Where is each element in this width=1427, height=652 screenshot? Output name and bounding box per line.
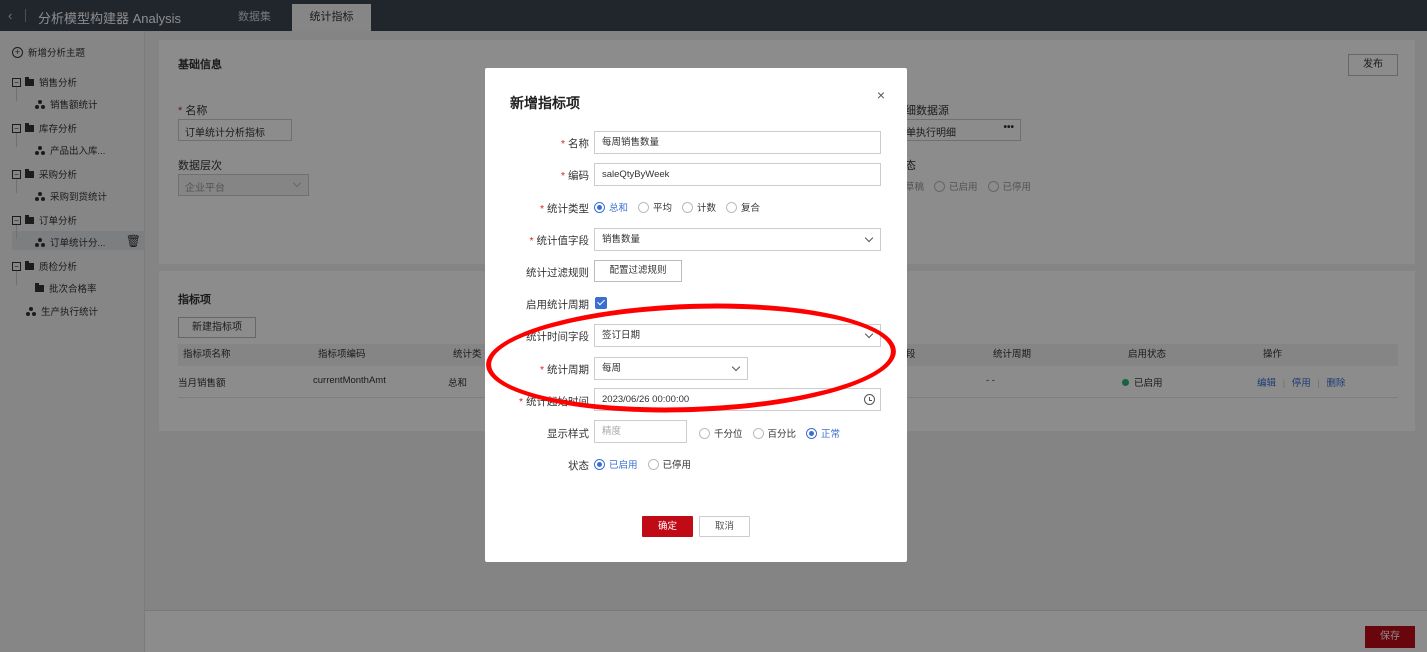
confirm-button[interactable]: 确定 [642, 516, 693, 537]
start-time-label: * 统计起始时间 [518, 396, 589, 408]
chevron-down-icon [864, 329, 874, 339]
stat-type-composite-option[interactable]: 复合 [726, 200, 760, 214]
time-field-select[interactable]: 签订日期 [594, 324, 881, 347]
period-select[interactable]: 每周 [594, 357, 748, 380]
filter-rule-label: 统计过滤规则 [526, 267, 589, 279]
status-radio-group: 已启用 已停用 [594, 457, 701, 471]
dialog-title: 新增指标项 [510, 95, 580, 111]
name-label: * 名称 [560, 138, 589, 150]
display-style-label: 显示样式 [547, 428, 589, 440]
display-style-radio-group: 千分位 百分比 正常 [699, 426, 850, 440]
value-field-select[interactable]: 销售数量 [594, 228, 881, 251]
stat-type-label: * 统计类型 [539, 203, 589, 215]
start-time-picker[interactable]: 2023/06/26 00:00:00 [594, 388, 881, 411]
display-normal-option[interactable]: 正常 [806, 426, 840, 440]
chevron-down-icon [731, 362, 741, 372]
code-input[interactable]: saleQtyByWeek [594, 163, 881, 186]
status-disabled-option[interactable]: 已停用 [647, 457, 691, 471]
value-field-label: * 统计值字段 [529, 235, 589, 247]
time-field-label: 统计时间字段 [526, 331, 589, 343]
precision-input[interactable]: 精度 [594, 420, 687, 443]
stat-type-count-option[interactable]: 计数 [682, 200, 716, 214]
code-label: * 编码 [560, 170, 589, 182]
close-icon[interactable]: × [877, 87, 885, 103]
enable-period-label: 启用统计周期 [526, 299, 589, 311]
display-percent-option[interactable]: 百分比 [752, 426, 796, 440]
configure-filter-button[interactable]: 配置过滤规则 [594, 260, 682, 282]
stat-type-radio-group: 总和 平均 计数 复合 [594, 200, 770, 214]
period-label: * 统计周期 [539, 364, 589, 376]
stat-type-avg-option[interactable]: 平均 [638, 200, 672, 214]
stat-type-sum-option[interactable]: 总和 [594, 200, 628, 214]
enable-period-checkbox[interactable] [595, 297, 607, 309]
status-label: 状态 [568, 460, 589, 472]
status-enabled-option[interactable]: 已启用 [594, 457, 638, 471]
chevron-down-icon [864, 233, 874, 243]
cancel-button[interactable]: 取消 [699, 516, 750, 537]
name-input[interactable]: 每周销售数量 [594, 131, 881, 154]
clock-icon [864, 394, 875, 405]
app-page: ‹ 分析模型构建器 Analysis 数据集 统计指标 + 新增分析主题 🗑 −… [0, 0, 1427, 652]
add-metric-dialog: 新增指标项 × * 名称 每周销售数量 * 编码 saleQtyByWeek *… [485, 68, 907, 562]
display-thousands-option[interactable]: 千分位 [699, 426, 743, 440]
